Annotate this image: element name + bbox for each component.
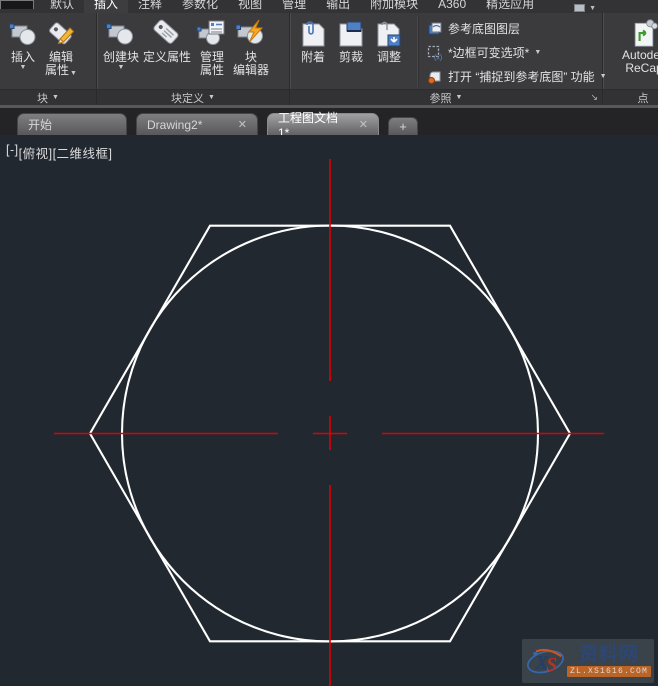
panel-block: 插入 ▼ 编辑 属性 ▼ 块 ▼ bbox=[0, 13, 97, 105]
ribbon-tab-view[interactable]: 视图 bbox=[228, 0, 272, 13]
svg-text:(x): (x) bbox=[434, 54, 442, 61]
insert-block-button[interactable]: 插入 ▼ bbox=[4, 16, 42, 72]
recap-label-2: ReCap bbox=[625, 61, 658, 75]
svg-text:S: S bbox=[546, 654, 557, 676]
chevron-down-icon: ▼ bbox=[455, 94, 463, 101]
clip-icon bbox=[339, 21, 363, 47]
manage-attributes-icon bbox=[196, 20, 225, 45]
block-editor-label-2: 编辑器 bbox=[233, 63, 270, 77]
recap-icon bbox=[634, 19, 658, 47]
snap-to-underlays-label: 打开 “捕捉到参考底图” 功能 bbox=[448, 70, 595, 84]
chevron-down-icon: ▼ bbox=[208, 94, 215, 101]
frames-option-label: *边框可变选项* bbox=[448, 46, 530, 60]
manage-attributes-button[interactable]: 管理 属性 bbox=[193, 16, 231, 78]
panel-title-block[interactable]: 块 ▼ bbox=[0, 89, 96, 105]
doc-tab-active-document[interactable]: 工程图文档1* ✕ bbox=[267, 111, 379, 140]
ribbon-tab-manage[interactable]: 管理 bbox=[272, 0, 316, 13]
chevron-down-icon: ▼ bbox=[52, 94, 59, 101]
ribbon-tab-annotate[interactable]: 注释 bbox=[128, 0, 172, 13]
create-block-button[interactable]: 创建块 ▼ bbox=[101, 16, 141, 72]
panel-title-reference[interactable]: 参照 ▼ ↘ bbox=[290, 89, 602, 105]
viewport-view-button[interactable]: [俯视] bbox=[19, 143, 53, 162]
define-attribute-icon bbox=[153, 19, 179, 44]
ribbon-display-options[interactable]: ▼ bbox=[574, 4, 596, 12]
manage-attrs-label-2: 属性 bbox=[200, 63, 225, 77]
chevron-down-icon: ▼ bbox=[117, 64, 125, 71]
adjust-button[interactable]: 调整 bbox=[370, 16, 408, 65]
plus-icon: + bbox=[399, 119, 407, 134]
document-tab-bar: 开始 Drawing2* ✕ 工程图文档1* ✕ + bbox=[0, 108, 658, 140]
block-editor-button[interactable]: 块 编辑器 bbox=[231, 16, 271, 78]
xs-logo-icon: X S bbox=[526, 648, 564, 676]
doc-tab-drawing2[interactable]: Drawing2* ✕ bbox=[136, 113, 258, 135]
underlay-layers-icon bbox=[428, 22, 442, 34]
frames-option-button[interactable]: (x) *边框可变选项* ▼ bbox=[427, 42, 607, 63]
drawing-geometry bbox=[54, 159, 604, 686]
viewport-visual-style-button[interactable]: [二维线框] bbox=[53, 143, 113, 162]
attach-icon bbox=[302, 21, 325, 47]
watermark-title: 资料网 bbox=[578, 644, 639, 665]
close-icon[interactable]: ✕ bbox=[238, 118, 247, 131]
watermark-url: ZL.XS1616.COM bbox=[566, 666, 651, 677]
autodesk-recap-button[interactable]: Autodes ReCap bbox=[606, 16, 658, 76]
watermark: X S 资料网 ZL.XS1616.COM bbox=[522, 639, 654, 683]
viewport-controls: [-] [俯视] [二维线框] bbox=[6, 143, 113, 162]
frame-option-icon: (x) bbox=[427, 45, 442, 61]
ribbon-tab-parametric[interactable]: 参数化 bbox=[172, 0, 228, 13]
ribbon-options-icon bbox=[574, 4, 586, 12]
chevron-down-icon: ▼ bbox=[534, 49, 542, 56]
underlay-layers-label: 参考底图图层 bbox=[448, 22, 521, 36]
clip-label: 剪裁 bbox=[338, 50, 363, 64]
edit-attrs-label-2: 属性 bbox=[45, 63, 70, 77]
new-tab-button[interactable]: + bbox=[388, 117, 418, 135]
panel-title-point[interactable]: 点 bbox=[603, 89, 658, 105]
close-icon[interactable]: ✕ bbox=[359, 118, 368, 131]
ribbon-tab-bar: 默认 插入 注释 参数化 视图 管理 输出 附加模块 A360 精选应用 ▼ bbox=[0, 0, 658, 13]
application-menu-button[interactable] bbox=[0, 0, 34, 9]
ribbon-tab-output[interactable]: 输出 bbox=[316, 0, 360, 13]
chevron-down-icon: ▼ bbox=[70, 70, 77, 77]
doc-tab-start[interactable]: 开始 bbox=[17, 113, 127, 135]
block-editor-icon bbox=[235, 19, 264, 44]
attach-button[interactable]: 附着 bbox=[294, 16, 332, 65]
ribbon: 插入 ▼ 编辑 属性 ▼ 块 ▼ 创建块 ▼ 定义属性 管理 属性 块 编辑器 … bbox=[0, 13, 658, 105]
snap-underlay-icon bbox=[428, 71, 441, 84]
underlay-layers-button[interactable]: 参考底图图层 bbox=[427, 18, 607, 39]
dialog-launcher-icon[interactable]: ↘ bbox=[590, 92, 598, 103]
adjust-icon bbox=[377, 21, 401, 47]
insert-label: 插入 bbox=[10, 50, 35, 64]
panel-title-block-definition[interactable]: 块定义 ▼ bbox=[97, 89, 289, 105]
panel-point: Autodes ReCap 点 bbox=[603, 13, 658, 105]
edit-attribute-icon bbox=[49, 22, 75, 45]
model-space-canvas[interactable]: [-] [俯视] [二维线框] X S 资料网 ZL.XS1616.COM bbox=[0, 135, 658, 686]
clip-button[interactable]: 剪裁 bbox=[332, 16, 370, 65]
ribbon-tab-insert[interactable]: 插入 bbox=[84, 0, 129, 13]
chevron-down-icon: ▼ bbox=[589, 4, 596, 12]
create-block-icon bbox=[106, 23, 133, 45]
panel-block-definition: 创建块 ▼ 定义属性 管理 属性 块 编辑器 块定义 ▼ bbox=[97, 13, 290, 105]
ribbon-tab-default[interactable]: 默认 bbox=[40, 0, 84, 13]
panel-reference: 附着 剪裁 调整 参考底图图层 (x) *边框可变选项* ▼ 打开 “捕捉到参考… bbox=[290, 13, 607, 105]
ribbon-tab-addins[interactable]: 附加模块 bbox=[360, 0, 428, 13]
insert-block-icon bbox=[9, 23, 36, 45]
adjust-label: 调整 bbox=[376, 50, 401, 64]
define-attributes-button[interactable]: 定义属性 bbox=[141, 16, 193, 65]
ribbon-tab-featured-apps[interactable]: 精选应用 bbox=[476, 0, 544, 13]
chevron-down-icon: ▼ bbox=[19, 64, 27, 71]
define-attrs-label: 定义属性 bbox=[143, 50, 192, 64]
viewport-menu-button[interactable]: [-] bbox=[6, 143, 19, 162]
create-block-label: 创建块 bbox=[103, 50, 140, 64]
attach-label: 附着 bbox=[300, 50, 325, 64]
snap-to-underlays-button[interactable]: 打开 “捕捉到参考底图” 功能 ▼ bbox=[427, 66, 607, 87]
edit-attributes-button[interactable]: 编辑 属性 ▼ bbox=[42, 16, 80, 78]
ribbon-tab-a360[interactable]: A360 bbox=[428, 0, 476, 13]
